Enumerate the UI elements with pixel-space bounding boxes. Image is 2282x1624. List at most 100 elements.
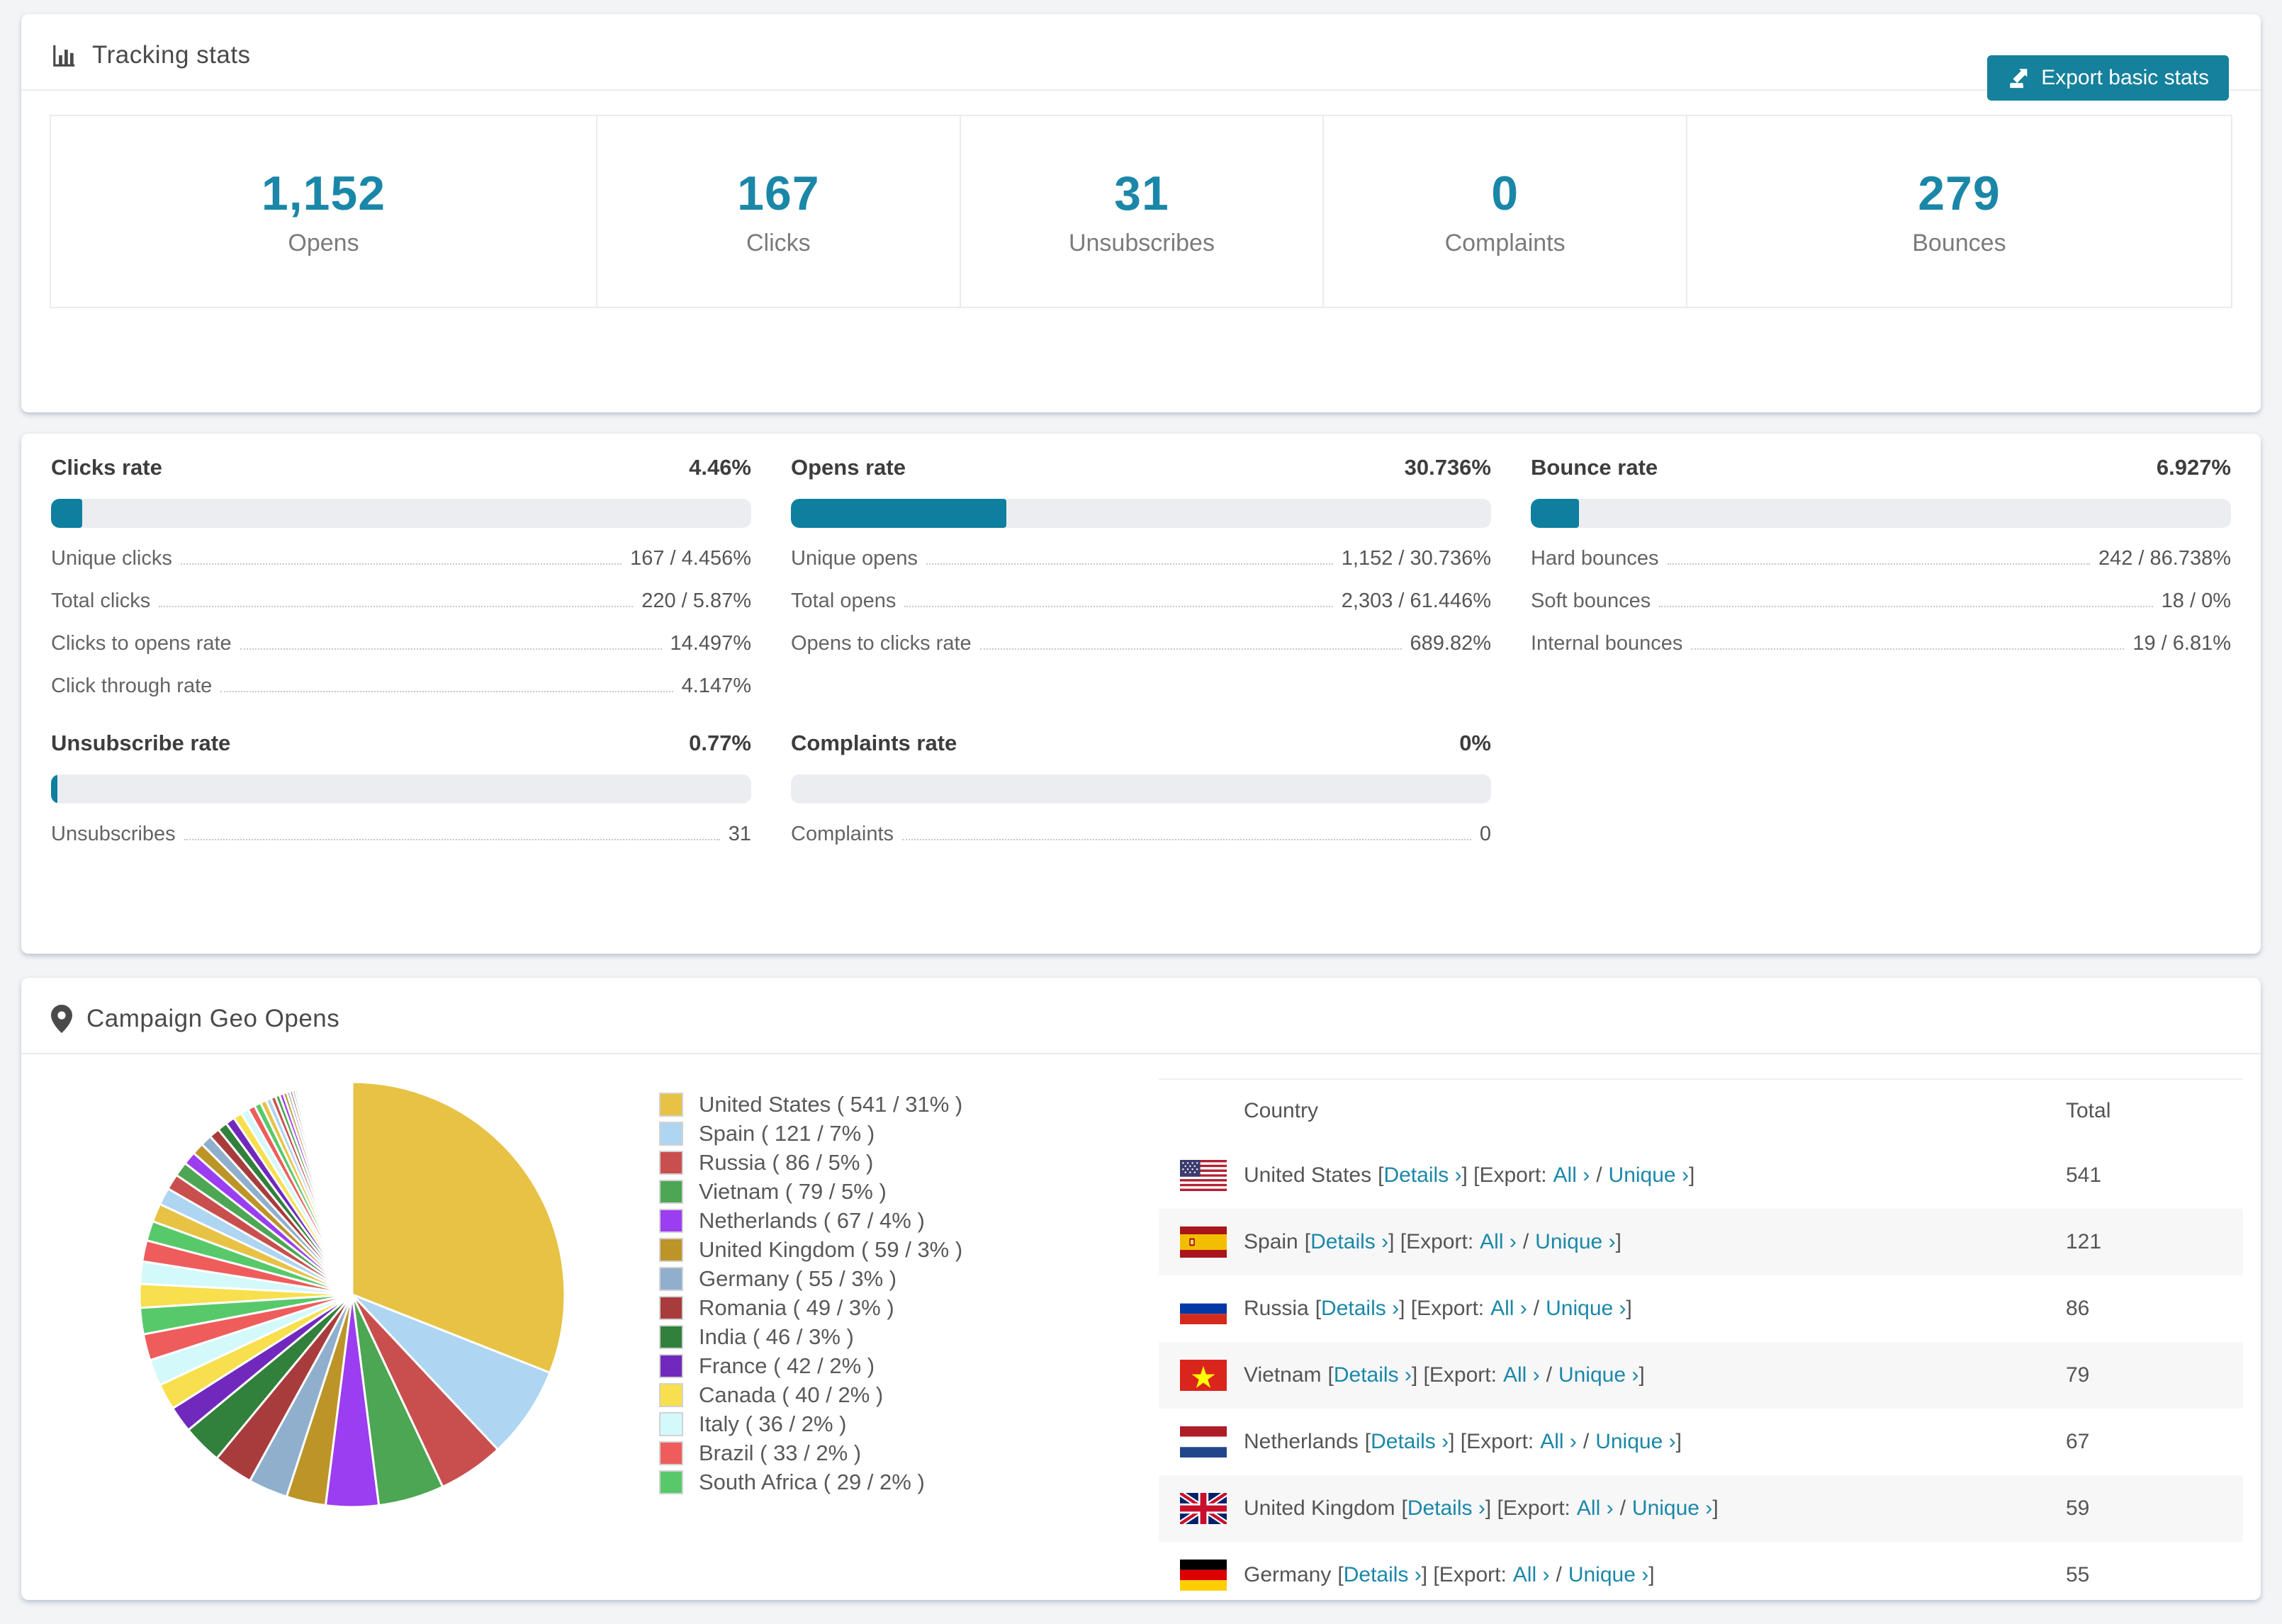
stat-bounces-value: 279 — [1918, 167, 2001, 220]
metric-row: Clicks to opens rate 14.497% — [51, 632, 751, 655]
opens-rate-title: Opens rate — [791, 455, 906, 480]
legend-swatch — [659, 1208, 683, 1233]
legend-item: Germany ( 55 / 3% ) — [659, 1264, 1162, 1293]
country-total: 79 — [2066, 1363, 2090, 1387]
flag-vn-icon — [1180, 1360, 1227, 1391]
unsubscribe-rate-block: Unsubscribe rate 0.77% Unsubscribes 31 — [51, 731, 751, 846]
table-header: Country Total — [1159, 1080, 2243, 1142]
rates-row-1: Clicks rate 4.46% Unique clicks 167 / 4.4… — [21, 434, 2261, 698]
legend-swatch — [659, 1353, 683, 1378]
export-all-link[interactable]: All › — [1480, 1230, 1517, 1253]
legend-swatch — [659, 1382, 683, 1407]
country-name: Germany — [1244, 1563, 1332, 1586]
geo-title: Campaign Geo Opens — [51, 1005, 339, 1033]
stat-complaints-value: 0 — [1491, 167, 1519, 220]
campaign-geo-opens-card: Campaign Geo Opens United States ( 541 /… — [21, 978, 2261, 1600]
clicks-rate-value: 4.46% — [689, 455, 751, 480]
clicks-rate-title: Clicks rate — [51, 455, 162, 480]
legend-swatch — [659, 1092, 683, 1117]
details-link[interactable]: Details › — [1383, 1163, 1461, 1187]
complaints-rate-block: Complaints rate 0% Complaints 0 — [791, 731, 1491, 846]
export-unique-link[interactable]: Unique › — [1609, 1163, 1689, 1187]
metric-row: Soft bounces 18 / 0% — [1531, 590, 2231, 612]
metric-row: Opens to clicks rate 689.82% — [791, 632, 1491, 655]
opens-rate-bar — [791, 499, 1491, 528]
country-total: 55 — [2066, 1563, 2090, 1586]
geo-title-text: Campaign Geo Opens — [86, 1005, 340, 1032]
export-unique-link[interactable]: Unique › — [1568, 1563, 1648, 1586]
column-country: Country — [1244, 1099, 1319, 1122]
metric-row: Click through rate 4.147% — [51, 675, 751, 697]
stat-opens: 1,152 Opens — [51, 116, 596, 307]
legend-item: Netherlands ( 67 / 4% ) — [659, 1206, 1162, 1235]
legend-swatch — [659, 1470, 683, 1494]
table-row: Russia [Details ›] [Export: All › / Unique ›… — [1159, 1275, 2243, 1342]
details-link[interactable]: Details › — [1407, 1496, 1485, 1520]
country-name: United Kingdom — [1244, 1496, 1395, 1520]
export-basic-stats-button[interactable]: Export basic stats — [1987, 55, 2229, 101]
geo-opens-pie-chart — [138, 1081, 566, 1509]
export-unique-link[interactable]: Unique › — [1595, 1430, 1675, 1453]
flag-gb-icon — [1180, 1493, 1227, 1524]
country-name: United States — [1244, 1163, 1372, 1187]
metric-row: Unsubscribes 31 — [51, 823, 751, 845]
details-link[interactable]: Details › — [1371, 1430, 1449, 1453]
bounce-rate-title: Bounce rate — [1531, 455, 1658, 480]
stat-opens-label: Opens — [288, 230, 359, 256]
table-row: Germany [Details ›] [Export: All › / Unique … — [1159, 1542, 2243, 1600]
export-all-link[interactable]: All › — [1540, 1430, 1577, 1453]
tracking-stats-card: Tracking stats Export basic stats 1,152 … — [21, 14, 2261, 412]
bounce-rate-block: Bounce rate 6.927% Hard bounces 242 / 86.… — [1531, 455, 2231, 698]
export-all-link[interactable]: All › — [1577, 1496, 1614, 1520]
legend-item: Canada ( 40 / 2% ) — [659, 1380, 1162, 1409]
table-row: Vietnam [Details ›] [Export: All › / Unique … — [1159, 1342, 2243, 1409]
export-unique-link[interactable]: Unique › — [1632, 1496, 1712, 1520]
stats-summary-box: 1,152 Opens 167 Clicks 31 Unsubscribes 0… — [50, 115, 2232, 308]
rates-row-2: Unsubscribe rate 0.77% Unsubscribes 31 Co… — [21, 698, 2261, 846]
unsubscribe-rate-value: 0.77% — [689, 731, 751, 755]
metric-row: Complaints 0 — [791, 823, 1491, 845]
stat-clicks-value: 167 — [737, 167, 820, 220]
legend-item: Spain ( 121 / 7% ) — [659, 1119, 1162, 1148]
export-all-link[interactable]: All › — [1503, 1363, 1540, 1387]
table-row: Spain [Details ›] [Export: All › / Unique ›]… — [1159, 1209, 2243, 1275]
stat-opens-value: 1,152 — [261, 167, 386, 220]
metric-row: Internal bounces 19 / 6.81% — [1531, 632, 2231, 655]
details-link[interactable]: Details › — [1344, 1563, 1422, 1586]
metric-row: Total clicks 220 / 5.87% — [51, 590, 751, 612]
bounce-rate-bar — [1531, 499, 2231, 528]
legend-item: Vietnam ( 79 / 5% ) — [659, 1177, 1162, 1206]
export-icon — [2010, 69, 2028, 89]
export-unique-link[interactable]: Unique › — [1535, 1230, 1615, 1253]
geo-header: Campaign Geo Opens — [21, 978, 2261, 1054]
stat-unsubscribes-value: 31 — [1114, 167, 1169, 220]
export-all-link[interactable]: All › — [1513, 1563, 1550, 1586]
metric-row: Unique clicks 167 / 4.456% — [51, 547, 751, 570]
export-unique-link[interactable]: Unique › — [1546, 1297, 1626, 1320]
country-total: 86 — [2066, 1297, 2090, 1320]
flag-es-icon — [1180, 1227, 1227, 1258]
geo-country-table: Country Total United States [Details ›] [… — [1159, 1078, 2243, 1600]
legend-item: Brazil ( 33 / 2% ) — [659, 1438, 1162, 1467]
bar-chart-icon — [53, 45, 75, 67]
metric-row: Hard bounces 242 / 86.738% — [1531, 547, 2231, 570]
legend-swatch — [659, 1411, 683, 1436]
legend-item: France ( 42 / 2% ) — [659, 1351, 1162, 1380]
tracking-stats-title: Tracking stats — [51, 41, 251, 69]
country-name: Spain — [1244, 1230, 1298, 1253]
map-pin-icon — [51, 1005, 72, 1033]
flag-ru-icon — [1180, 1293, 1227, 1324]
details-link[interactable]: Details › — [1334, 1363, 1412, 1387]
tracking-stats-page: Tracking stats Export basic stats 1,152 … — [0, 0, 2282, 1624]
export-all-link[interactable]: All › — [1553, 1163, 1590, 1187]
unsubscribe-rate-bar — [51, 774, 751, 803]
stat-complaints-label: Complaints — [1444, 230, 1566, 256]
export-all-link[interactable]: All › — [1490, 1297, 1527, 1320]
flag-de-icon — [1180, 1560, 1227, 1591]
legend-item: United States ( 541 / 31% ) — [659, 1090, 1162, 1119]
export-unique-link[interactable]: Unique › — [1558, 1363, 1639, 1387]
legend-swatch — [659, 1150, 683, 1175]
details-link[interactable]: Details › — [1321, 1297, 1399, 1320]
details-link[interactable]: Details › — [1310, 1230, 1388, 1253]
legend-item: South Africa ( 29 / 2% ) — [659, 1467, 1162, 1496]
